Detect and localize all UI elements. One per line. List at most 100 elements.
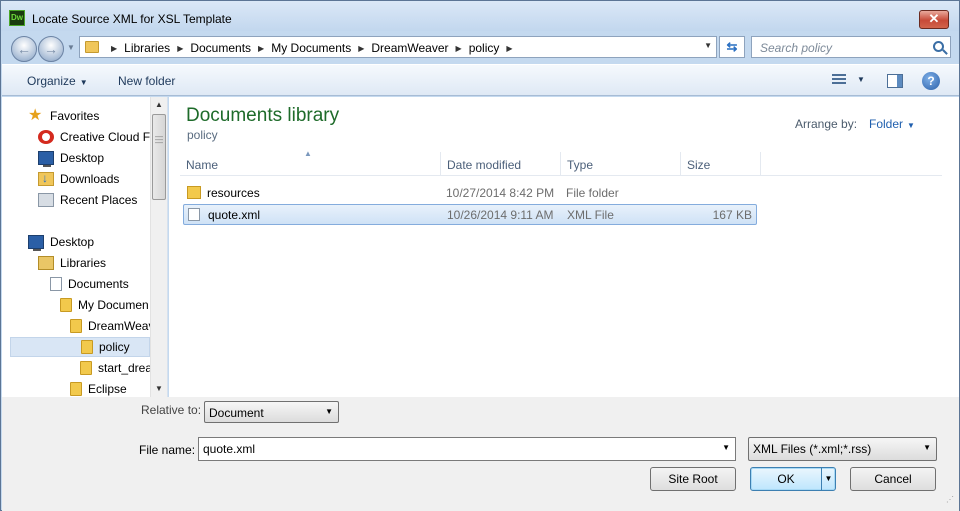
scroll-up-icon[interactable]: ▲	[151, 97, 167, 113]
breadcrumb-my-documents[interactable]: My Documents	[271, 41, 351, 55]
folder-icon	[80, 361, 92, 375]
file-type: XML File	[567, 208, 614, 222]
column-divider[interactable]	[560, 152, 561, 176]
chevron-right-icon[interactable]: ▶	[506, 44, 512, 53]
forward-arrow-icon: →	[44, 41, 58, 57]
sidebar-item-creative-cloud[interactable]: Creative Cloud Fi	[38, 127, 153, 147]
file-row-resources[interactable]: resources 10/27/2014 8:42 PM File folder	[183, 183, 757, 204]
sidebar-item-my-documents[interactable]: My Documen	[60, 295, 149, 315]
sidebar-item-desktop-favorite[interactable]: Desktop	[38, 148, 104, 168]
chevron-down-icon: ▼	[325, 407, 333, 416]
search-input[interactable]: Search policy	[751, 36, 951, 58]
sidebar-item-documents[interactable]: Documents	[50, 274, 129, 294]
preview-pane-icon[interactable]	[887, 74, 903, 88]
folder-icon	[60, 298, 72, 312]
title-bar: Dw Locate Source XML for XSL Template ✕	[1, 1, 959, 31]
documents-icon	[50, 277, 62, 291]
column-divider[interactable]	[680, 152, 681, 176]
view-options-dropdown-icon[interactable]: ▼	[857, 75, 865, 84]
recent-locations-dropdown-icon[interactable]: ▼	[67, 43, 75, 52]
desktop-icon	[38, 151, 54, 167]
file-name: resources	[207, 186, 260, 200]
library-subtitle: policy	[187, 128, 218, 142]
sidebar-item-start-dreamweaver[interactable]: start_drea	[80, 358, 152, 378]
sidebar-item-label: Desktop	[60, 151, 105, 165]
file-dialog-window: Dw Locate Source XML for XSL Template ✕ …	[0, 0, 960, 511]
scroll-down-icon[interactable]: ▼	[151, 381, 167, 397]
ok-button[interactable]: OK ▼	[750, 467, 836, 491]
sidebar-item-label: Recent Places	[60, 193, 138, 207]
file-name-label: File name:	[139, 443, 196, 457]
column-header-date-modified[interactable]: Date modified	[447, 158, 521, 172]
back-button[interactable]: ←	[11, 36, 37, 62]
file-row-quote-xml[interactable]: quote.xml 10/26/2014 9:11 AM XML File 16…	[183, 204, 757, 225]
sidebar-item-label: Desktop	[50, 235, 95, 249]
new-folder-button[interactable]: New folder	[118, 74, 175, 88]
breadcrumb-dreamweaver[interactable]: DreamWeaver	[371, 41, 448, 55]
folder-icon	[70, 382, 82, 396]
sidebar-item-favorites[interactable]: Favorites	[28, 106, 99, 126]
column-divider[interactable]	[440, 152, 441, 176]
sidebar-item-recent-places[interactable]: Recent Places	[38, 190, 137, 210]
refresh-button[interactable]: ⇆	[719, 36, 745, 58]
search-placeholder: Search policy	[760, 41, 833, 55]
file-name-input[interactable]: quote.xml ▼	[198, 437, 736, 461]
creative-cloud-icon	[38, 130, 54, 144]
file-date-modified: 10/26/2014 9:11 AM	[447, 208, 554, 222]
file-type-filter-select[interactable]: XML Files (*.xml;*.rss) ▼	[748, 437, 937, 461]
resize-grip-icon[interactable]: ⋰	[946, 496, 956, 508]
forward-button[interactable]: →	[38, 36, 64, 62]
sidebar-item-downloads[interactable]: Downloads	[38, 169, 119, 189]
arrange-by-value: Folder	[869, 117, 904, 131]
help-icon[interactable]: ?	[922, 72, 940, 90]
chevron-right-icon[interactable]: ▶	[177, 44, 183, 53]
chevron-right-icon[interactable]: ▶	[258, 44, 264, 53]
sidebar-item-label: Creative Cloud Fi	[60, 130, 153, 144]
breadcrumb-libraries[interactable]: Libraries	[124, 41, 170, 55]
column-header-name[interactable]: Name	[186, 158, 218, 172]
folder-icon	[187, 186, 201, 199]
sidebar-item-label: Libraries	[60, 256, 107, 270]
navigation-bar: ← → ▼ ▶ Libraries ▶ Documents ▶ My Docum…	[1, 31, 959, 63]
scrollbar-grip-icon: — — —	[155, 132, 163, 147]
window-title: Locate Source XML for XSL Template	[32, 12, 232, 26]
sidebar-item-label: Eclipse	[88, 382, 127, 396]
file-date-modified: 10/27/2014 8:42 PM	[446, 186, 555, 200]
site-root-button[interactable]: Site Root	[650, 467, 736, 491]
xml-file-icon	[188, 208, 200, 221]
chevron-down-icon[interactable]: ▼	[821, 468, 835, 490]
navigation-pane-scrollbar[interactable]: ▲ — — — ▼	[150, 97, 167, 397]
column-header-size[interactable]: Size	[687, 158, 710, 172]
column-header-type[interactable]: Type	[567, 158, 593, 172]
arrange-by-dropdown[interactable]: Folder ▼	[869, 117, 915, 131]
sort-ascending-icon: ▲	[304, 149, 312, 158]
back-arrow-icon: ←	[17, 41, 31, 57]
breadcrumb-policy[interactable]: policy	[469, 41, 500, 55]
organize-button[interactable]: Organize ▼	[27, 74, 88, 88]
chevron-right-icon[interactable]: ▶	[111, 44, 117, 53]
libraries-icon	[38, 256, 54, 270]
column-divider[interactable]	[760, 152, 761, 176]
folder-icon	[85, 41, 99, 53]
address-bar[interactable]: ▶ Libraries ▶ Documents ▶ My Documents ▶…	[79, 36, 717, 58]
sidebar-item-libraries[interactable]: Libraries	[38, 253, 106, 273]
close-button[interactable]: ✕	[919, 10, 949, 29]
sidebar-item-dreamweaver[interactable]: DreamWeav	[70, 316, 154, 336]
cancel-button[interactable]: Cancel	[850, 467, 936, 491]
search-icon[interactable]	[933, 41, 944, 52]
sidebar-item-desktop[interactable]: Desktop	[28, 232, 94, 252]
chevron-down-icon: ▼	[79, 78, 88, 87]
chevron-right-icon[interactable]: ▶	[358, 44, 364, 53]
breadcrumb: ▶ Libraries ▶ Documents ▶ My Documents ▶…	[104, 41, 520, 55]
breadcrumb-documents[interactable]: Documents	[190, 41, 251, 55]
relative-to-select[interactable]: Document ▼	[204, 401, 339, 423]
chevron-right-icon[interactable]: ▶	[456, 44, 462, 53]
file-type: File folder	[566, 186, 619, 200]
change-view-icon[interactable]	[832, 74, 846, 86]
address-history-dropdown-icon[interactable]: ▼	[704, 41, 712, 50]
sidebar-item-policy[interactable]: policy	[10, 337, 150, 357]
sidebar-item-eclipse[interactable]: Eclipse	[70, 379, 127, 397]
file-type-filter-value: XML Files (*.xml;*.rss)	[753, 442, 872, 456]
scrollbar-thumb[interactable]	[152, 114, 166, 200]
chevron-down-icon[interactable]: ▼	[722, 443, 730, 452]
